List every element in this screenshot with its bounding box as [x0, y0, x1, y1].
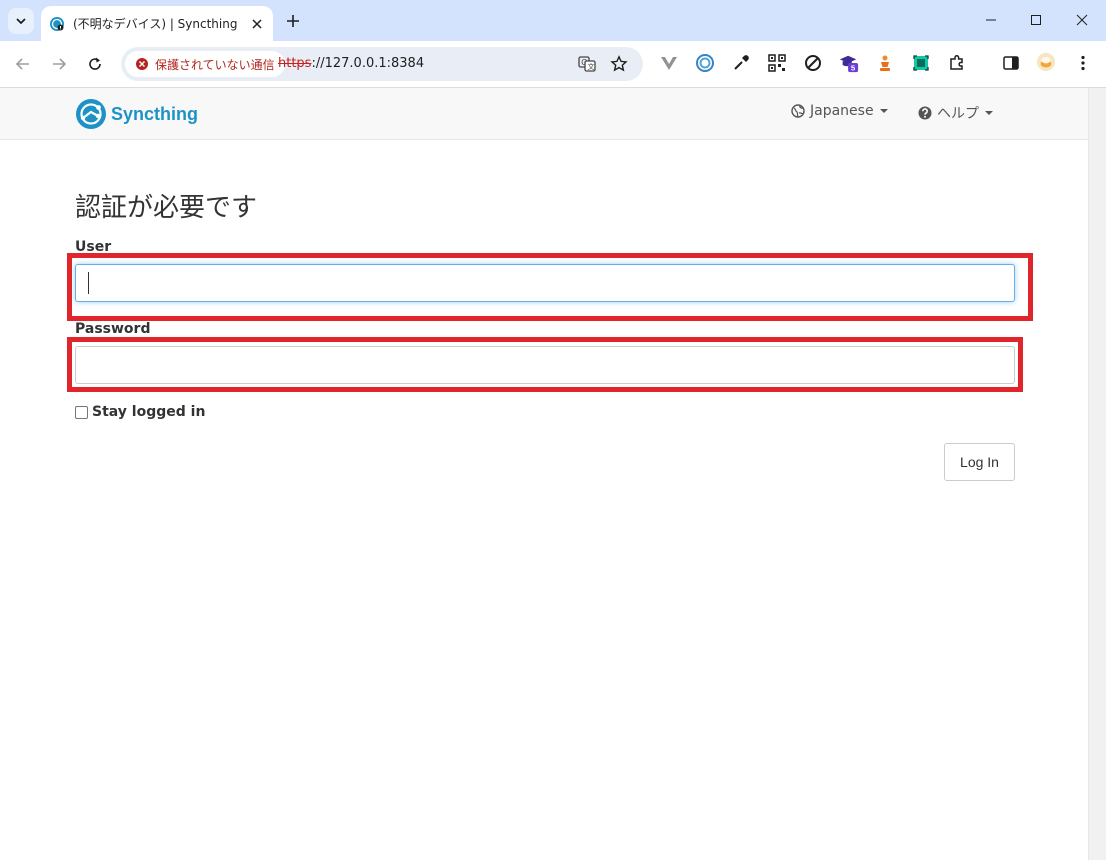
eyedropper-extension-icon[interactable]	[731, 53, 751, 73]
qr-code-extension-icon[interactable]	[767, 53, 787, 73]
graduation-cap-extension-icon[interactable]: 5	[839, 53, 859, 73]
tab-close-icon[interactable]	[249, 16, 265, 32]
browser-toolbar: 保護されていない通信 https://127.0.0.1:8384 G文 5	[0, 41, 1106, 88]
tab-title: (不明なデバイス) | Syncthing	[73, 17, 238, 31]
question-circle-icon	[918, 106, 932, 120]
brand-name: Syncthing	[111, 103, 199, 124]
caret-down-icon	[985, 111, 993, 115]
close-icon	[1076, 14, 1088, 26]
back-button[interactable]	[10, 51, 36, 77]
side-panel-icon[interactable]	[1001, 53, 1021, 73]
reload-icon	[89, 57, 101, 70]
arrow-left-icon	[15, 58, 29, 70]
security-label: 保護されていない通信	[155, 57, 275, 72]
syncthing-navbar: Syncthing Japanese ヘルプ	[0, 88, 1088, 140]
arrow-right-icon	[53, 58, 67, 70]
security-indicator[interactable]: 保護されていない通信	[125, 51, 285, 77]
warning-icon	[136, 58, 148, 70]
page-scrollbar[interactable]	[1088, 88, 1106, 860]
help-label: ヘルプ	[937, 106, 979, 122]
globe-icon	[791, 104, 805, 118]
chevron-down-icon	[16, 18, 26, 25]
maximize-icon	[1031, 15, 1041, 25]
browser-tab[interactable]: (不明なデバイス) | Syncthing	[41, 6, 273, 41]
minimize-button[interactable]	[977, 8, 1005, 32]
extension-badge: 5	[851, 64, 856, 73]
language-dropdown[interactable]: Japanese	[791, 103, 888, 119]
page-title: 認証が必要です	[75, 193, 258, 223]
stay-logged-in-label: Stay logged in	[92, 404, 206, 420]
maximize-button[interactable]	[1022, 8, 1050, 32]
url-scheme: https	[278, 56, 312, 71]
caret-down-icon	[879, 109, 888, 113]
page-viewport: Syncthing Japanese ヘルプ 認証が必要です User Pass…	[0, 88, 1088, 860]
new-tab-button[interactable]	[282, 10, 304, 32]
minimize-icon	[986, 19, 996, 21]
vue-extension-icon[interactable]	[659, 53, 679, 73]
svg-text:文: 文	[588, 62, 595, 71]
password-field-highlight	[67, 337, 1023, 392]
brand-logo[interactable]: Syncthing	[75, 97, 198, 131]
browser-tab-bar: (不明なデバイス) | Syncthing	[0, 0, 1106, 41]
stay-logged-in-checkbox[interactable]	[75, 405, 88, 419]
forward-button[interactable]	[46, 51, 72, 77]
help-dropdown[interactable]: ヘルプ	[918, 103, 993, 123]
login-button[interactable]: Log In	[944, 443, 1015, 481]
close-window-button[interactable]	[1068, 8, 1096, 32]
browser-menu-icon[interactable]	[1073, 53, 1093, 73]
screenshot-extension-icon[interactable]	[911, 53, 931, 73]
chess-extension-icon[interactable]	[875, 53, 895, 73]
password-label: Password	[75, 321, 151, 337]
ring-extension-icon[interactable]	[695, 53, 715, 73]
syncthing-logo-icon	[76, 99, 106, 129]
language-label: Japanese	[810, 103, 874, 119]
stay-logged-in-row[interactable]: Stay logged in	[75, 404, 205, 420]
reload-button[interactable]	[82, 51, 108, 77]
bookmark-star-icon[interactable]	[610, 55, 628, 73]
block-extension-icon[interactable]	[803, 53, 823, 73]
plus-icon	[287, 15, 299, 27]
syncthing-favicon-icon	[50, 16, 64, 31]
profile-avatar[interactable]	[1036, 52, 1056, 72]
url-host: ://127.0.0.1:8384	[311, 56, 425, 71]
url-text[interactable]: https://127.0.0.1:8384	[278, 56, 424, 71]
puzzle-extensions-icon[interactable]	[947, 53, 967, 73]
translate-icon[interactable]: G文	[578, 55, 596, 73]
tab-search-button[interactable]	[8, 8, 34, 34]
address-bar[interactable]: 保護されていない通信 https://127.0.0.1:8384 G文	[121, 47, 643, 81]
user-field-highlight	[67, 253, 1033, 321]
